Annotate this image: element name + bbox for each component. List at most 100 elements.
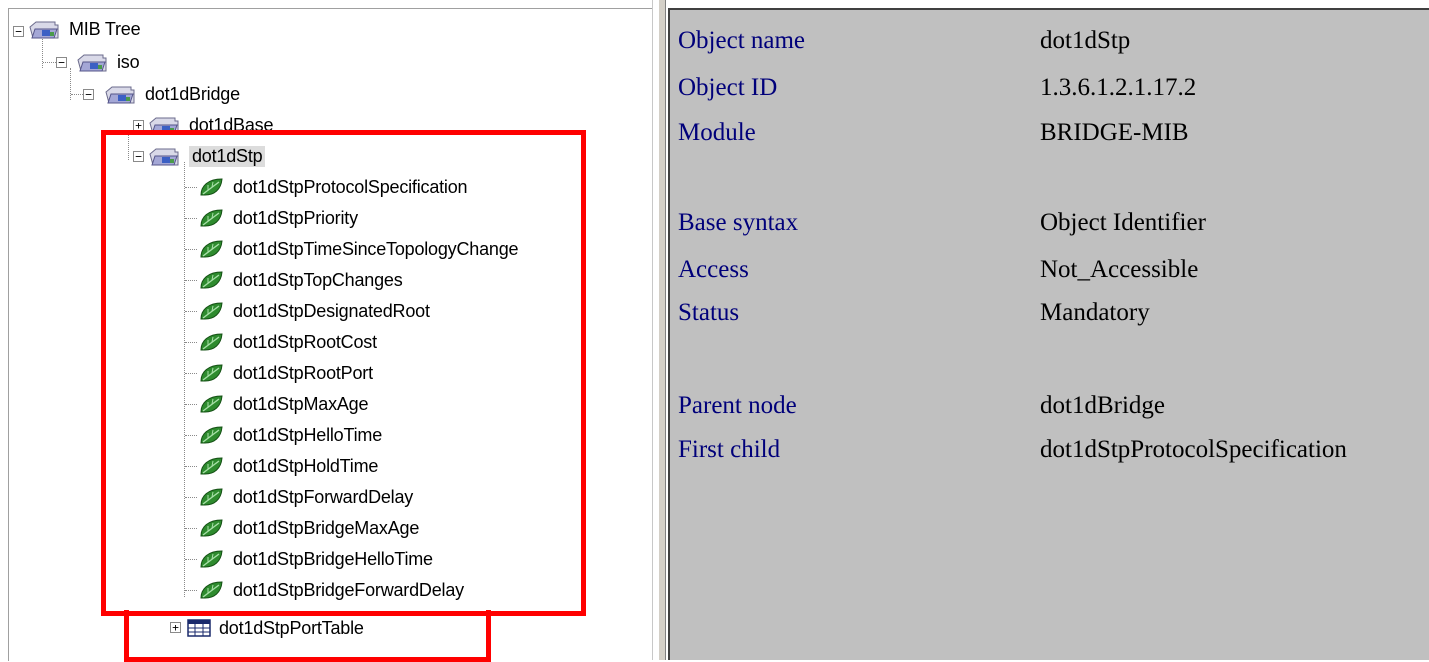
- tree-connector: [185, 249, 197, 250]
- object-id-label: Object ID: [678, 74, 778, 101]
- tree-node-label: dot1dStp: [189, 145, 266, 167]
- leaf-icon: [197, 393, 225, 415]
- tree-node-dot1dstpporttable[interactable]: dot1dStpPortTable: [187, 613, 364, 643]
- leaf-icon: [197, 486, 225, 508]
- collapse-toggle[interactable]: −: [83, 89, 94, 100]
- tree-connector: [185, 497, 197, 498]
- tree-leaf-node[interactable]: dot1dStpBridgeForwardDelay: [197, 575, 464, 605]
- tree-leaf-node[interactable]: dot1dStpMaxAge: [197, 389, 368, 419]
- leaf-icon: [197, 548, 225, 570]
- first-child-label: First child: [678, 436, 781, 463]
- tree-leaf-node[interactable]: dot1dStpProtocolSpecification: [197, 172, 468, 202]
- folder-icon: [77, 51, 109, 73]
- access-label: Access: [678, 256, 749, 283]
- leaf-icon: [197, 362, 225, 384]
- tree-leaf-node[interactable]: dot1dStpRootCost: [197, 327, 377, 357]
- leaf-icon: [197, 238, 225, 260]
- tree-connector: [185, 435, 197, 436]
- tree-leaf-node[interactable]: dot1dStpDesignatedRoot: [197, 296, 430, 326]
- tree-connector: [185, 528, 197, 529]
- tree-node-label: dot1dStpDesignatedRoot: [233, 300, 430, 321]
- tree-node-label: dot1dStpHoldTime: [233, 455, 379, 476]
- tree-node-label: dot1dStpTopChanges: [233, 269, 403, 290]
- status-value: Mandatory: [1040, 299, 1150, 326]
- tree-node-dot1dbridge[interactable]: dot1dBridge: [105, 79, 240, 109]
- tree-connector: [43, 62, 56, 63]
- tree-connector: [184, 162, 185, 597]
- tree-connector: [70, 68, 71, 100]
- leaf-icon: [197, 269, 225, 291]
- parent-node-value: dot1dBridge: [1040, 392, 1165, 419]
- tree-node-label: dot1dBridge: [145, 83, 240, 104]
- tree-node-label: dot1dStpRootCost: [233, 331, 377, 352]
- first-child-value: dot1dStpProtocolSpecification: [1040, 436, 1347, 463]
- tree-connector: [71, 94, 83, 95]
- folder-icon: [149, 114, 181, 136]
- tree-connector: [185, 590, 197, 591]
- leaf-icon: [197, 579, 225, 601]
- module-value: BRIDGE-MIB: [1040, 119, 1189, 146]
- table-icon: [187, 619, 211, 637]
- object-name-label: Object name: [678, 27, 806, 54]
- tree-leaf-node[interactable]: dot1dStpTimeSinceTopologyChange: [197, 234, 519, 264]
- tree-connector: [185, 187, 197, 188]
- tree-connector: [185, 466, 197, 467]
- tree-connector: [185, 280, 197, 281]
- object-id-value: 1.3.6.1.2.1.17.2: [1040, 74, 1197, 101]
- tree-connector: [185, 311, 197, 312]
- tree-leaf-node[interactable]: dot1dStpForwardDelay: [197, 482, 413, 512]
- tree-leaf-node[interactable]: dot1dStpHelloTime: [197, 420, 382, 450]
- tree-connector: [128, 130, 129, 160]
- tree-node-dot1dstp[interactable]: dot1dStp: [149, 141, 266, 171]
- tree-node-label: dot1dStpBridgeForwardDelay: [233, 579, 464, 600]
- tree-node-label: dot1dStpForwardDelay: [233, 486, 414, 507]
- expand-toggle[interactable]: +: [170, 622, 181, 633]
- parent-node-label: Parent node: [678, 392, 797, 419]
- tree-node-label: dot1dStpBridgeMaxAge: [233, 517, 420, 538]
- module-label: Module: [678, 119, 756, 146]
- collapse-toggle[interactable]: −: [13, 26, 24, 37]
- tree-node-label: dot1dStpMaxAge: [233, 393, 369, 414]
- tree-connector: [185, 404, 197, 405]
- tree-leaf-node[interactable]: dot1dStpTopChanges: [197, 265, 403, 295]
- object-name-value: dot1dStp: [1040, 27, 1131, 54]
- tree-node-iso[interactable]: iso: [77, 47, 140, 77]
- tree-node-dot1dbase[interactable]: dot1dBase: [149, 110, 273, 140]
- tree-node-label: dot1dStpPriority: [233, 207, 358, 228]
- tree-leaf-node[interactable]: dot1dStpPriority: [197, 203, 358, 233]
- tree-node-mib-tree[interactable]: MIB Tree: [29, 14, 141, 44]
- collapse-toggle[interactable]: −: [56, 57, 67, 68]
- expand-toggle[interactable]: +: [133, 120, 144, 131]
- tree-leaf-node[interactable]: dot1dStpRootPort: [197, 358, 373, 388]
- leaf-icon: [197, 517, 225, 539]
- object-details-pane: Object name dot1dStp Object ID 1.3.6.1.2…: [668, 8, 1429, 660]
- tree-connector: [185, 373, 197, 374]
- tree-node-label: dot1dStpPortTable: [219, 617, 364, 638]
- folder-icon: [149, 145, 181, 167]
- folder-icon: [29, 18, 61, 40]
- tree-connector: [185, 218, 197, 219]
- tree-node-label: MIB Tree: [69, 18, 141, 39]
- tree-node-label: dot1dStpRootPort: [233, 362, 373, 383]
- base-syntax-label: Base syntax: [678, 209, 799, 236]
- access-value: Not_Accessible: [1040, 256, 1199, 283]
- base-syntax-value: Object Identifier: [1040, 209, 1206, 236]
- folder-icon: [105, 83, 137, 105]
- mib-tree-pane[interactable]: − MIB Tree − iso − dot1dBridge + dot1dBa…: [8, 8, 653, 661]
- leaf-icon: [197, 207, 225, 229]
- tree-node-label: dot1dStpHelloTime: [233, 424, 383, 445]
- tree-node-label: dot1dStpTimeSinceTopologyChange: [233, 238, 519, 259]
- tree-node-label: iso: [117, 51, 140, 72]
- tree-leaf-node[interactable]: dot1dStpBridgeMaxAge: [197, 513, 419, 543]
- leaf-icon: [197, 424, 225, 446]
- pane-splitter[interactable]: [652, 0, 669, 660]
- tree-leaf-node[interactable]: dot1dStpHoldTime: [197, 451, 378, 481]
- tree-connector: [185, 342, 197, 343]
- tree-node-label: dot1dBase: [189, 114, 274, 135]
- leaf-icon: [197, 300, 225, 322]
- tree-node-label: dot1dStpBridgeHelloTime: [233, 548, 433, 569]
- leaf-icon: [197, 176, 225, 198]
- collapse-toggle[interactable]: −: [133, 151, 144, 162]
- tree-leaf-node[interactable]: dot1dStpBridgeHelloTime: [197, 544, 433, 574]
- tree-connector: [185, 559, 197, 560]
